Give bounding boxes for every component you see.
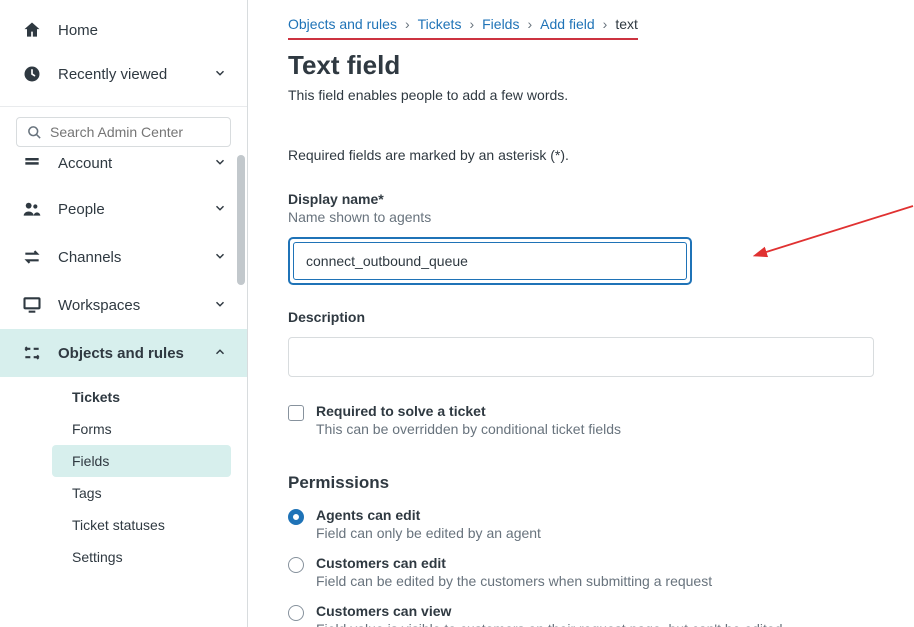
chevron-right-icon: › [405,16,410,32]
sub-item-tickets[interactable]: Tickets [52,381,231,413]
radio-customers-view[interactable] [288,605,304,621]
search-wrap [0,117,247,155]
nav-recently-viewed[interactable]: Recently viewed [0,52,247,96]
breadcrumb-add-field[interactable]: Add field [540,16,594,32]
chevron-right-icon: › [527,16,532,32]
required-checkbox-row[interactable]: Required to solve a ticket This can be o… [288,403,874,437]
sidebar-item-label: Account [58,155,112,172]
account-icon [20,155,44,173]
permission-customers-edit[interactable]: Customers can edit Field can be edited b… [288,555,874,589]
chevron-up-icon [213,345,227,362]
sub-list-objects-rules: Tickets Forms Fields Tags Ticket statuse… [0,377,247,577]
sub-item-tags[interactable]: Tags [52,477,231,509]
sidebar-item-channels[interactable]: Channels [0,233,247,281]
radio-agents-edit[interactable] [288,509,304,525]
display-name-help: Name shown to agents [288,209,874,225]
breadcrumb: Objects and rules › Tickets › Fields › A… [288,12,638,40]
workspaces-icon [20,295,44,315]
chevron-down-icon [213,155,227,172]
channels-icon [20,247,44,267]
sidebar-item-label: Objects and rules [58,345,184,362]
display-name-input-wrap [288,237,692,285]
display-name-label: Display name* [288,191,874,207]
objects-rules-icon [20,343,44,363]
chevron-down-icon [213,297,227,314]
sidebar-scroll: Account People Channels Workspaces [0,155,247,627]
sidebar-item-workspaces[interactable]: Workspaces [0,281,247,329]
chevron-right-icon: › [603,16,608,32]
nav-recently-viewed-label: Recently viewed [58,66,167,83]
sub-item-fields[interactable]: Fields [52,445,231,477]
sidebar-item-account[interactable]: Account [0,155,247,185]
breadcrumb-tickets[interactable]: Tickets [418,16,462,32]
permission-agents-edit[interactable]: Agents can edit Field can only be edited… [288,507,874,541]
search-box[interactable] [16,117,231,147]
sidebar-item-objects-rules[interactable]: Objects and rules [0,329,247,377]
required-checkbox[interactable] [288,405,304,421]
permissions-title: Permissions [288,473,874,493]
chevron-down-icon [213,249,227,266]
display-name-input[interactable] [293,242,687,280]
required-note: Required fields are marked by an asteris… [288,147,874,163]
chevron-down-icon [213,201,227,218]
sidebar-item-label: Workspaces [58,297,140,314]
search-icon [27,125,42,140]
description-label: Description [288,309,874,325]
chevron-down-icon [213,66,227,83]
radio-help: Field value is visible to customers on t… [316,621,783,627]
main-content: Objects and rules › Tickets › Fields › A… [248,0,914,627]
home-icon [20,20,44,40]
divider [0,106,247,107]
description-input[interactable] [288,337,874,377]
breadcrumb-fields[interactable]: Fields [482,16,519,32]
radio-label: Customers can edit [316,555,712,571]
people-icon [20,199,44,219]
sidebar-item-label: People [58,201,105,218]
clock-icon [20,64,44,84]
sidebar-scrollbar[interactable] [235,155,247,627]
radio-help: Field can only be edited by an agent [316,525,541,541]
sidebar-top: Home Recently viewed [0,0,247,104]
sub-item-forms[interactable]: Forms [52,413,231,445]
permission-customers-view[interactable]: Customers can view Field value is visibl… [288,603,874,627]
sidebar-item-people[interactable]: People [0,185,247,233]
nav-home-label: Home [58,22,98,39]
sidebar-item-label: Channels [58,249,121,266]
sidebar: Home Recently viewed Account [0,0,248,627]
required-checkbox-help: This can be overridden by conditional ti… [316,421,621,437]
search-input[interactable] [50,124,220,140]
breadcrumb-current: text [615,16,638,32]
radio-customers-edit[interactable] [288,557,304,573]
required-checkbox-label: Required to solve a ticket [316,403,621,419]
sub-item-settings[interactable]: Settings [52,541,231,573]
nav-home[interactable]: Home [0,8,247,52]
page-title: Text field [288,50,874,81]
chevron-right-icon: › [469,16,474,32]
radio-label: Agents can edit [316,507,541,523]
radio-help: Field can be edited by the customers whe… [316,573,712,589]
page-subtitle: This field enables people to add a few w… [288,87,874,103]
sub-item-ticket-statuses[interactable]: Ticket statuses [52,509,231,541]
breadcrumb-objects-rules[interactable]: Objects and rules [288,16,397,32]
radio-label: Customers can view [316,603,783,619]
scrollbar-thumb[interactable] [237,155,245,285]
